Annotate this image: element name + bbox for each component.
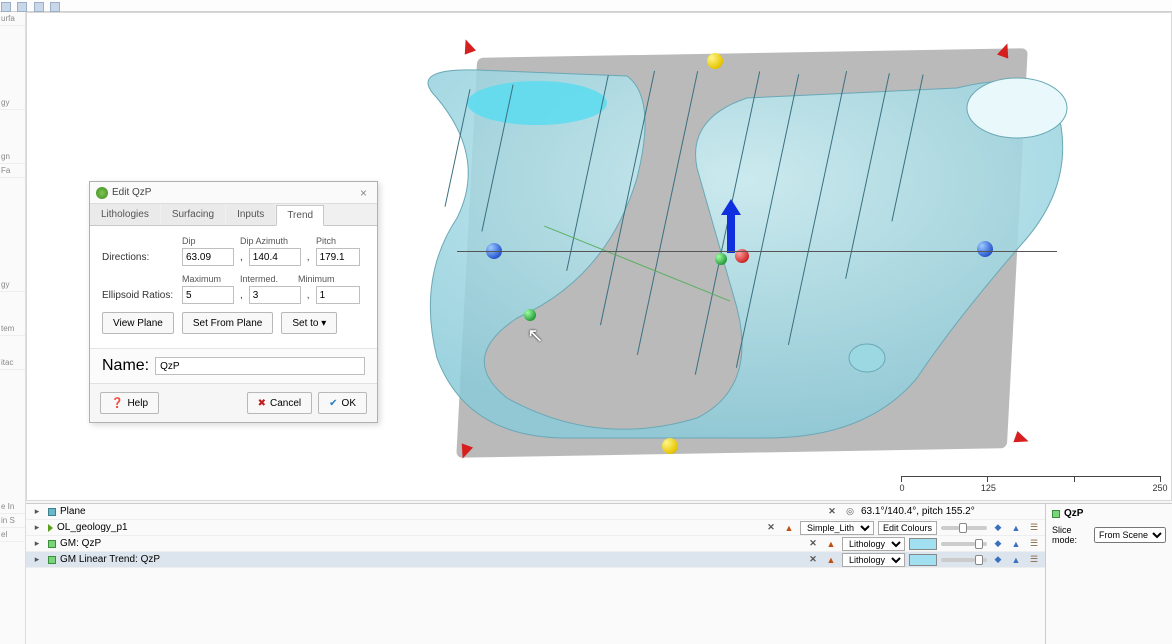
max-header: Maximum [182, 274, 234, 284]
horizon-line [457, 251, 1057, 252]
opacity-slider[interactable] [941, 526, 987, 530]
slice-mode-select[interactable]: From Scene [1094, 527, 1166, 543]
plane-edge-handle[interactable] [662, 438, 678, 454]
gizmo-up-arrow[interactable] [727, 213, 735, 253]
toolbar-icon[interactable] [34, 2, 44, 12]
expand-icon[interactable]: ▸ [30, 521, 44, 535]
plane-orientation-text: 63.1°/140.4°, pitch 155.2° [861, 506, 1041, 517]
shade-icon[interactable]: ▲ [1009, 537, 1023, 551]
min-header: Minimum [298, 274, 350, 284]
remove-icon[interactable]: ✕ [806, 537, 820, 551]
properties-title: QzP [1064, 508, 1083, 519]
toolbar-icon[interactable] [50, 2, 60, 12]
model-icon [48, 540, 56, 548]
dip-header: Dip [182, 236, 234, 246]
pitch-header: Pitch [316, 236, 356, 246]
cancel-button[interactable]: ✖Cancel [247, 392, 313, 414]
legend-select[interactable]: Lithology [842, 553, 905, 567]
gizmo-axis[interactable] [715, 253, 727, 265]
object-row-linear-trend[interactable]: ▸ GM Linear Trend: QzP ✕ ▲ Lithology ◆ ▲… [26, 552, 1045, 568]
app-icon [96, 187, 108, 199]
more-icon[interactable]: ☰ [1027, 553, 1041, 567]
colour-swatch[interactable] [909, 554, 937, 566]
edit-dialog[interactable]: Edit QzP × Lithologies Surfacing Inputs … [89, 181, 378, 423]
model-icon [48, 556, 56, 564]
project-tree-edge: urfa gy gn Fa gy tem itac e In in S el [0, 12, 26, 644]
style-icon[interactable]: ◆ [991, 537, 1005, 551]
dialog-title: Edit QzP [112, 182, 151, 204]
plane-icon [48, 508, 56, 516]
properties-panel: QzP Slice mode: From Scene [1046, 504, 1172, 644]
remove-icon[interactable]: ✕ [806, 553, 820, 567]
legend-icon[interactable]: ▲ [824, 553, 838, 567]
close-icon[interactable]: × [356, 182, 371, 204]
plane-edge-handle[interactable] [707, 53, 723, 69]
pitch-input[interactable] [316, 248, 360, 266]
view-plane-button[interactable]: View Plane [102, 312, 174, 334]
name-label: Name: [102, 357, 149, 375]
top-toolbar [0, 0, 1172, 12]
shade-icon[interactable]: ▲ [1009, 521, 1023, 535]
legend-select[interactable]: Lithology [842, 537, 905, 551]
legend-icon[interactable]: ▲ [782, 521, 796, 535]
bottom-dock: ▸ Plane ✕ ◎ 63.1°/140.4°, pitch 155.2° ▸… [26, 503, 1172, 644]
remove-icon[interactable]: ✕ [825, 505, 839, 519]
model-icon [1052, 510, 1060, 518]
ratio-max-input[interactable] [182, 286, 234, 304]
toolbar-icon[interactable] [1, 2, 11, 12]
set-from-plane-button[interactable]: Set From Plane [182, 312, 273, 334]
toolbar-icon[interactable] [17, 2, 27, 12]
object-row-gm-qzp[interactable]: ▸ GM: QzP ✕ ▲ Lithology ◆ ▲ ☰ [26, 536, 1045, 552]
name-input[interactable] [155, 357, 365, 375]
more-icon[interactable]: ☰ [1027, 537, 1041, 551]
intermed-header: Intermed. [240, 274, 292, 284]
dip-input[interactable] [182, 248, 234, 266]
ok-button[interactable]: ✔OK [318, 392, 367, 414]
dialog-titlebar[interactable]: Edit QzP × [90, 182, 377, 204]
directions-label: Directions: [102, 252, 176, 263]
expand-icon[interactable]: ▸ [30, 537, 44, 551]
set-to-button[interactable]: Set to ▾ [281, 312, 337, 334]
object-row-geology[interactable]: ▸ OL_geology_p1 ✕ ▲ Simple_Lith Edit Col… [26, 520, 1045, 536]
target-icon[interactable]: ◎ [843, 505, 857, 519]
ratio-min-input[interactable] [316, 286, 360, 304]
tab-trend[interactable]: Trend [276, 205, 324, 226]
ratio-int-input[interactable] [249, 286, 301, 304]
opacity-slider[interactable] [941, 542, 987, 546]
expand-icon[interactable]: ▸ [30, 553, 44, 567]
mouse-cursor-icon: ↖ [527, 323, 544, 348]
plane-handle-arrow[interactable] [460, 37, 476, 54]
help-button[interactable]: ❓Help [100, 392, 159, 414]
plane-edge-handle[interactable] [977, 241, 993, 257]
style-icon[interactable]: ◆ [991, 521, 1005, 535]
gizmo-axis-end[interactable] [524, 309, 536, 321]
legend-select[interactable]: Simple_Lith [800, 521, 874, 535]
scale-bar: 0 125 250 [901, 476, 1161, 494]
shade-icon[interactable]: ▲ [1009, 553, 1023, 567]
opacity-slider[interactable] [941, 558, 987, 562]
more-icon[interactable]: ☰ [1027, 521, 1041, 535]
colour-swatch[interactable] [909, 538, 937, 550]
scene-objects-panel: ▸ Plane ✕ ◎ 63.1°/140.4°, pitch 155.2° ▸… [26, 504, 1046, 644]
edit-colours-button[interactable]: Edit Colours [878, 521, 937, 535]
expand-icon[interactable]: ▸ [30, 505, 44, 519]
ratios-label: Ellipsoid Ratios: [102, 290, 176, 301]
dip-azimuth-header: Dip Azimuth [240, 236, 310, 246]
mesh-icon [48, 524, 53, 532]
dip-azimuth-input[interactable] [249, 248, 301, 266]
legend-icon[interactable]: ▲ [824, 537, 838, 551]
dialog-tabs: Lithologies Surfacing Inputs Trend [90, 204, 377, 226]
slice-mode-label: Slice mode: [1052, 525, 1090, 545]
tab-surfacing[interactable]: Surfacing [161, 204, 225, 225]
tab-inputs[interactable]: Inputs [226, 204, 275, 225]
tab-lithologies[interactable]: Lithologies [90, 204, 160, 225]
style-icon[interactable]: ◆ [991, 553, 1005, 567]
object-row-plane[interactable]: ▸ Plane ✕ ◎ 63.1°/140.4°, pitch 155.2° [26, 504, 1045, 520]
remove-icon[interactable]: ✕ [764, 521, 778, 535]
